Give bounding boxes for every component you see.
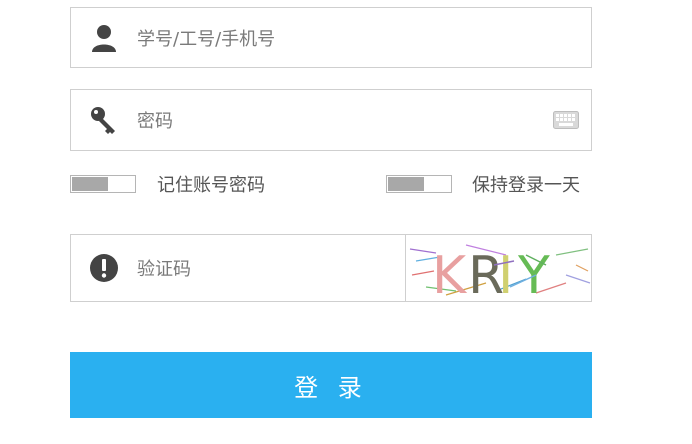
password-field[interactable]: 密码 — [70, 89, 592, 151]
remember-account-row: 记住账号密码 — [70, 172, 265, 196]
login-button[interactable]: 登 录 — [70, 352, 592, 418]
keyboard-icon[interactable] — [553, 111, 579, 129]
user-icon — [89, 23, 119, 53]
svg-text:I: I — [498, 246, 513, 301]
toggle-knob — [388, 177, 424, 191]
key-icon — [89, 105, 119, 135]
svg-text:Y: Y — [517, 246, 550, 301]
password-input[interactable]: 密码 — [137, 90, 173, 150]
keep-login-toggle[interactable] — [386, 175, 452, 193]
remember-account-toggle[interactable] — [70, 175, 136, 193]
keep-login-label: 保持登录一天 — [472, 175, 580, 196]
username-input[interactable]: 学号/工号/手机号 — [137, 8, 275, 67]
keep-login-row: 保持登录一天 — [386, 172, 580, 196]
captcha-field[interactable]: 验证码 K R I Y — [70, 234, 592, 302]
toggle-knob — [72, 177, 108, 191]
username-field[interactable]: 学号/工号/手机号 — [70, 7, 592, 68]
captcha-image[interactable]: K R I Y — [405, 235, 591, 301]
captcha-input[interactable]: 验证码 — [137, 235, 191, 301]
exclamation-icon — [89, 253, 119, 283]
captcha-text: K — [432, 246, 468, 301]
remember-account-label: 记住账号密码 — [157, 175, 265, 196]
